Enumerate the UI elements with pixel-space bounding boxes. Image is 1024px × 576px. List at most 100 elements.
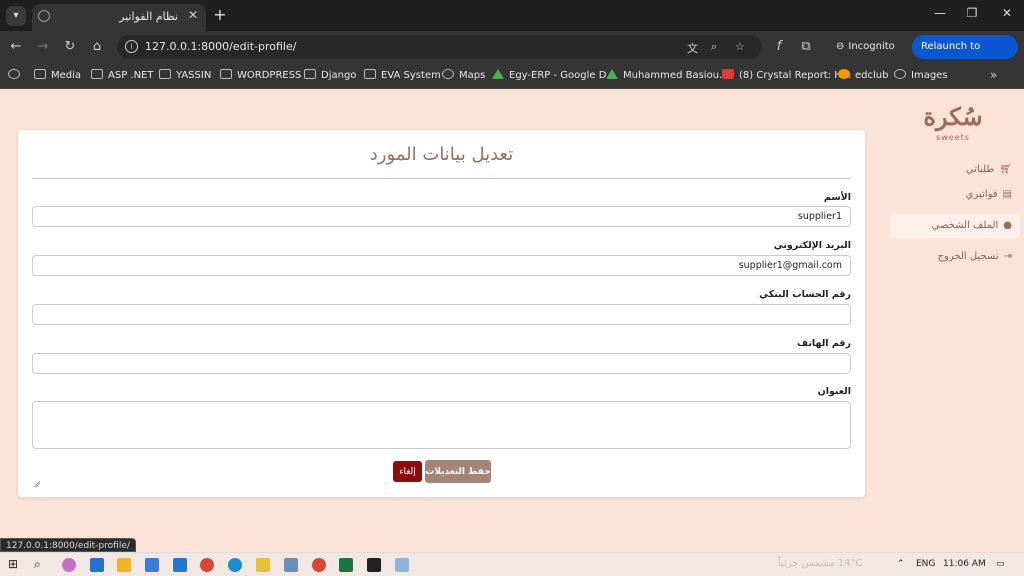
sidebar-item-invoices[interactable]: فواتيري ▤ [890, 183, 1020, 207]
cart-icon: 🛒︎ [999, 164, 1012, 175]
bookmark-item[interactable]: Egy-ERP - Google D... [492, 69, 616, 81]
file-explorer-icon[interactable] [117, 558, 131, 572]
address-label: العنوان [817, 386, 851, 397]
incognito-label: Incognito [848, 41, 895, 52]
folder-icon [159, 69, 171, 79]
terminal-icon[interactable] [367, 558, 381, 572]
tab-close-icon[interactable]: ✕ [188, 8, 198, 22]
save-button[interactable]: حفظ التعديلات [425, 460, 491, 483]
drive-icon [492, 69, 504, 79]
phone-input[interactable] [32, 353, 851, 374]
cancel-button[interactable]: إلغاء [393, 461, 422, 482]
maps-icon [442, 69, 454, 79]
network-icon[interactable] [284, 558, 298, 572]
restore-icon[interactable]: ❐ [962, 6, 982, 20]
title-divider [32, 178, 851, 179]
logo-text: سُكرة [923, 102, 983, 131]
bookmark-item[interactable]: Images [894, 69, 948, 81]
incognito-indicator[interactable]: ⊖ Incognito [836, 35, 906, 59]
copilot-icon[interactable] [62, 558, 76, 572]
back-icon[interactable]: ← [8, 39, 24, 54]
edge-icon[interactable] [228, 558, 242, 572]
logo-subtext: sweets [936, 133, 970, 142]
address-bar[interactable]: i 127.0.0.1:8000/edit-profile/ 文 ⌕ ☆ [117, 35, 762, 59]
relaunch-button[interactable]: Relaunch to update⋮ [912, 35, 1018, 76]
name-input[interactable] [32, 206, 851, 227]
zoom-icon[interactable]: ⌕ [711, 40, 717, 54]
edclub-icon [838, 69, 850, 79]
page-content: سُكرة sweets طلباتي 🛒︎ فواتيري ▤ الملف الش… [0, 89, 1024, 552]
bookmark-item[interactable]: Django [304, 69, 356, 81]
language-indicator[interactable]: ENG [916, 559, 935, 569]
forward-icon[interactable]: → [35, 39, 51, 54]
search-icon[interactable]: ⌕ [34, 557, 41, 572]
browser-titlebar: ▾ نظام الفواتير ✕ + — ❐ ✕ [0, 0, 1024, 31]
chrome-icon[interactable] [200, 558, 214, 572]
tab-search-icon[interactable]: ▾ [6, 6, 26, 26]
brand-logo[interactable]: سُكرة sweets [920, 102, 986, 146]
active-tab[interactable]: نظام الفواتير ✕ [32, 4, 206, 31]
bank-account-input[interactable] [32, 304, 851, 325]
bookmark-item[interactable]: YASSIN [159, 69, 211, 81]
bookmark-item[interactable]: EVA System [364, 69, 441, 81]
email-label: البريد الإلكتروني [773, 240, 851, 251]
start-icon[interactable]: ⊞ [8, 557, 18, 571]
notes-icon[interactable] [256, 558, 270, 572]
folder-icon [364, 69, 376, 79]
sidebar: سُكرة sweets طلباتي 🛒︎ فواتيري ▤ الملف الش… [886, 89, 1024, 552]
browser-toolbar: ← → ↻ ⌂ i 127.0.0.1:8000/edit-profile/ 文… [0, 31, 1024, 76]
sidebar-item-profile[interactable]: الملف الشخصي ● [890, 214, 1020, 238]
bookmark-item[interactable]: WORDPRESS [220, 69, 301, 81]
email-input[interactable] [32, 255, 851, 276]
bookmark-item[interactable]: Muhammed Basiou... [606, 69, 729, 81]
window-close-icon[interactable]: ✕ [997, 6, 1017, 20]
address-url[interactable]: 127.0.0.1:8000/edit-profile/ [145, 40, 296, 53]
sidebar-item-logout[interactable]: تسجيل الخروج ⇥ [890, 245, 1020, 269]
minimize-icon[interactable]: — [930, 6, 950, 20]
taskbar: ⊞ ⌕ 14°C مشمس جزئياً ⌃ ENG 11:06 AM ▭ [0, 552, 1024, 576]
site-info-icon[interactable]: i [125, 40, 138, 53]
sidebar-item-label: فواتيري [965, 189, 998, 200]
bookmark-item[interactable]: edclub [838, 69, 888, 81]
new-tab-icon[interactable]: + [210, 5, 230, 25]
bookmarks-bar: Media ASP .NET YASSIN WORDPRESS Django E… [0, 63, 1024, 89]
incognito-icon: ⊖ [836, 41, 845, 52]
bookmark-item[interactable]: Media [34, 69, 81, 81]
name-label: الأسم [823, 192, 851, 203]
weather-widget[interactable]: 14°C مشمس جزئياً [778, 558, 862, 569]
status-bar-url: 127.0.0.1:8000/edit-profile/ [0, 538, 136, 552]
address-textarea[interactable] [32, 401, 851, 449]
translate-icon[interactable]: 文 [687, 40, 698, 56]
resize-grip-icon[interactable] [34, 481, 40, 487]
outlook-icon[interactable] [90, 558, 104, 572]
bookmark-item[interactable]: (8) Crystal Report: H... [722, 69, 851, 81]
extensions-icon[interactable]: ⧉ [798, 39, 814, 54]
function-icon[interactable]: f [771, 39, 787, 54]
bookmark-item[interactable]: ASP .NET [91, 69, 153, 81]
sidebar-item-label: طلباتي [965, 164, 995, 175]
vscode-icon[interactable] [173, 558, 187, 572]
clock[interactable]: 11:06 AM [943, 559, 986, 569]
app-icon[interactable] [395, 558, 409, 572]
folder-icon [91, 69, 103, 79]
chrome-incognito-icon[interactable] [312, 558, 326, 572]
reload-icon[interactable]: ↻ [62, 39, 78, 54]
apps-icon[interactable] [8, 69, 25, 81]
folder-icon [220, 69, 232, 79]
bookmark-item[interactable]: Maps [442, 69, 485, 81]
home-icon[interactable]: ⌂ [89, 39, 105, 54]
notifications-icon[interactable]: ▭ [996, 559, 1005, 569]
user-icon: ● [1003, 220, 1012, 231]
sidebar-item-label: تسجيل الخروج [937, 251, 999, 262]
excel-icon[interactable] [339, 558, 353, 572]
invoice-icon: ▤ [1002, 189, 1012, 200]
sidebar-item-label: الملف الشخصي [931, 220, 999, 231]
folder-icon [34, 69, 46, 79]
vscode-blue-icon[interactable] [145, 558, 159, 572]
bookmark-star-icon[interactable]: ☆ [735, 40, 745, 53]
globe-icon [8, 69, 20, 79]
tray-chevron-icon[interactable]: ⌃ [897, 559, 905, 569]
tab-favicon-icon [38, 10, 50, 22]
more-bookmarks-icon[interactable]: » [990, 68, 997, 82]
sidebar-item-orders[interactable]: طلباتي 🛒︎ [890, 158, 1020, 182]
